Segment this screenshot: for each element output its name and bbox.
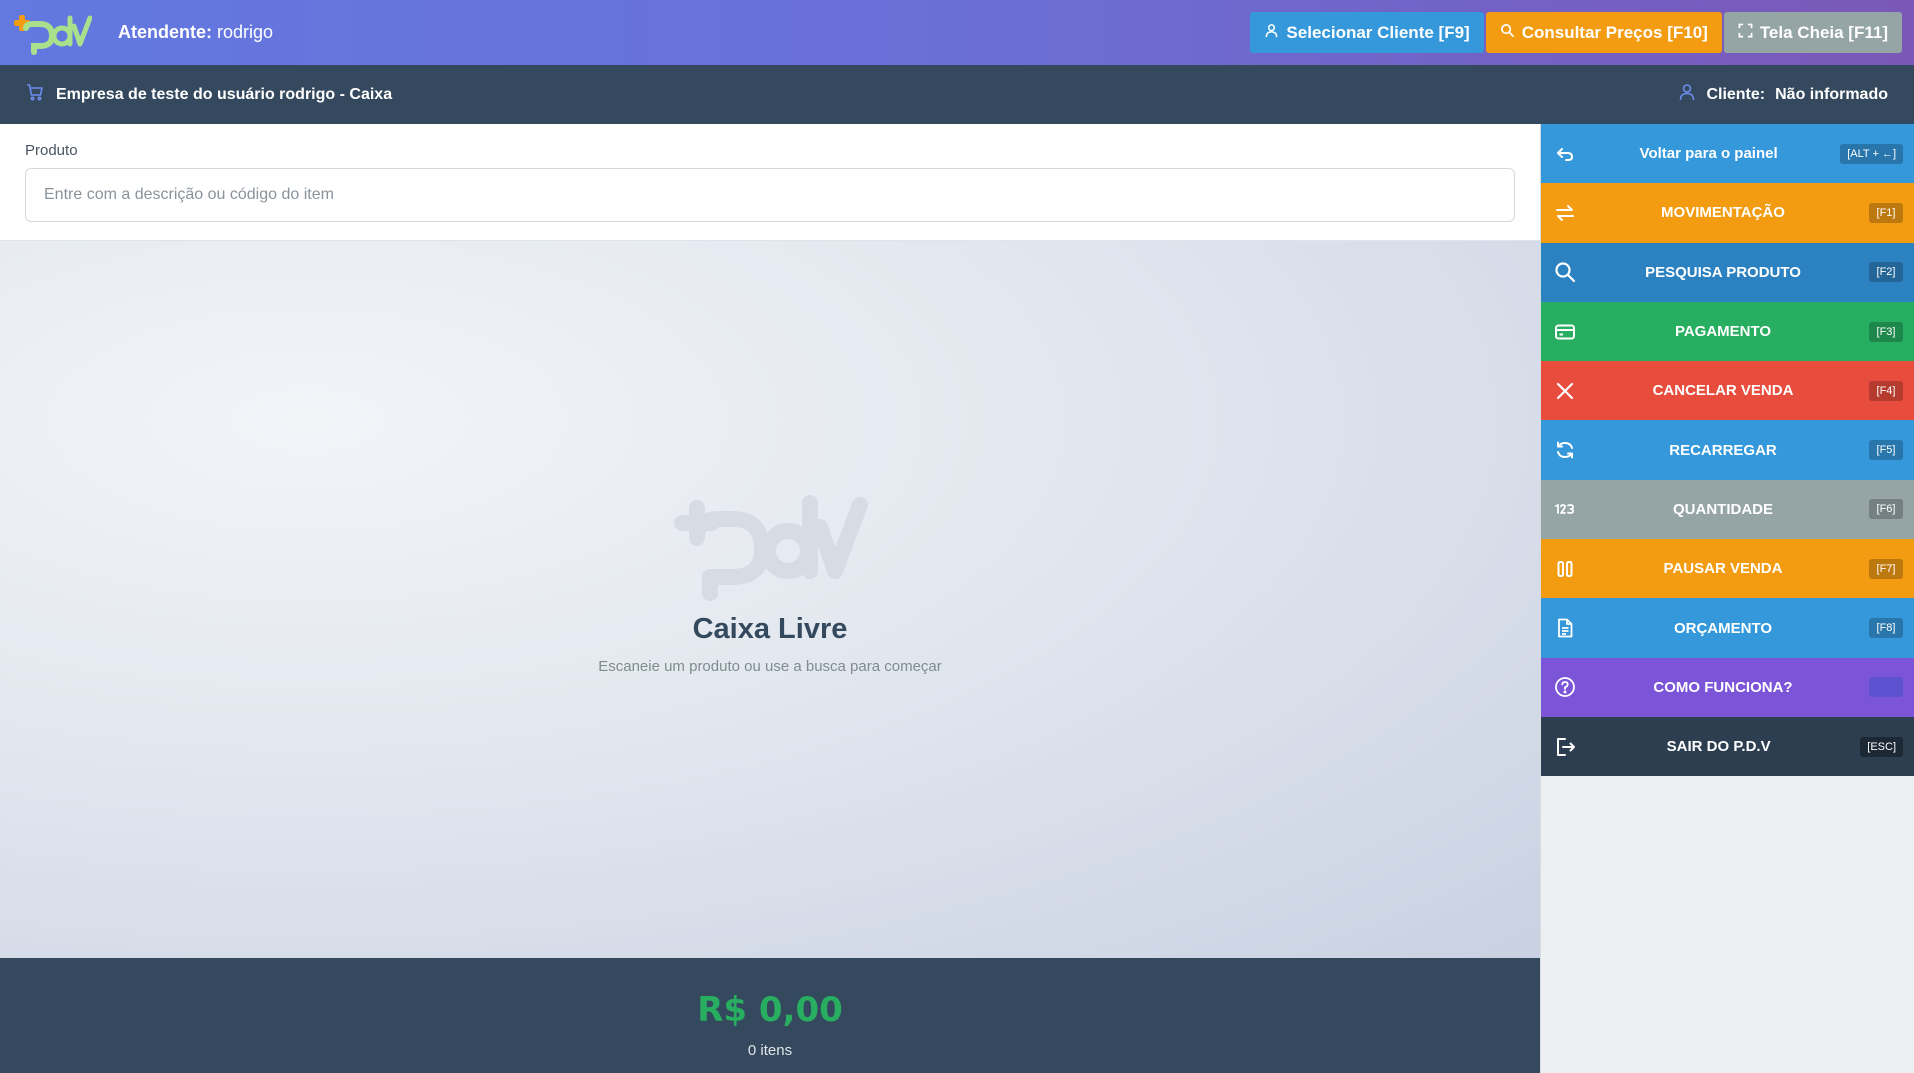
user-icon xyxy=(1678,83,1696,106)
search-product-shortcut: [F2] xyxy=(1869,262,1903,283)
search-icon xyxy=(1500,23,1515,43)
empty-state-subtitle: Escaneie um produto ou use a busca para … xyxy=(598,658,942,675)
check-prices-label: Consultar Preços [F10] xyxy=(1521,22,1708,42)
client-label: Cliente: xyxy=(1706,85,1766,103)
quantity-button[interactable]: QUANTIDADE [F6] xyxy=(1541,479,1914,540)
refresh-icon xyxy=(1553,438,1577,462)
document-icon xyxy=(1553,616,1577,640)
cart-icon xyxy=(26,83,44,106)
how-it-works-button[interactable]: COMO FUNCIONA? xyxy=(1541,657,1914,717)
product-search-input[interactable] xyxy=(25,168,1515,222)
pause-sale-label: PAUSAR VENDA xyxy=(1663,560,1783,578)
reload-label: RECARREGAR xyxy=(1669,441,1777,459)
exit-pdv-label: SAIR DO P.D.V xyxy=(1666,738,1771,756)
credit-card-icon xyxy=(1553,320,1577,344)
pdv-logo xyxy=(12,10,92,56)
reload-button[interactable]: RECARREGAR [F5] xyxy=(1541,420,1914,480)
total-value: R$ 0,00 xyxy=(697,990,843,1030)
attendant-info: Atendente: rodrigo xyxy=(118,22,273,43)
product-section: Produto xyxy=(0,124,1540,241)
select-client-label: Selecionar Cliente [F9] xyxy=(1286,22,1470,42)
return-arrow-icon xyxy=(1553,142,1577,166)
back-to-panel-shortcut: [ALT + ←] xyxy=(1840,143,1903,164)
search-product-label: PESQUISA PRODUTO xyxy=(1645,263,1801,281)
check-prices-button[interactable]: Consultar Preços [F10] xyxy=(1485,12,1722,53)
info-bar: Empresa de teste do usuário rodrigo - Ca… xyxy=(0,65,1914,124)
pause-icon xyxy=(1553,557,1577,581)
search-product-button[interactable]: PESQUISA PRODUTO [F2] xyxy=(1541,242,1914,302)
top-actions: Selecionar Cliente [F9] Consultar Preços… xyxy=(1250,12,1902,53)
transfer-arrows-icon xyxy=(1553,201,1577,225)
fullscreen-label: Tela Cheia [F11] xyxy=(1759,22,1888,42)
how-it-works-label: COMO FUNCIONA? xyxy=(1653,678,1793,696)
cancel-sale-shortcut: [F4] xyxy=(1869,380,1903,401)
payment-label: PAGAMENTO xyxy=(1674,323,1772,341)
select-client-button[interactable]: Selecionar Cliente [F9] xyxy=(1250,12,1484,53)
back-to-panel-label: Voltar para o painel xyxy=(1639,145,1778,163)
cancel-sale-label: CANCELAR VENDA xyxy=(1652,382,1794,400)
pause-sale-button[interactable]: PAUSAR VENDA [F7] xyxy=(1541,539,1914,599)
attendant-name: rodrigo xyxy=(217,22,274,42)
exit-pdv-button[interactable]: SAIR DO P.D.V [ESC] xyxy=(1541,716,1914,777)
back-to-panel-button[interactable]: Voltar para o painel [ALT + ←] xyxy=(1541,124,1914,184)
client-value: Não informado xyxy=(1775,85,1888,103)
movement-label: MOVIMENTAÇÃO xyxy=(1661,204,1785,222)
company-info: Empresa de teste do usuário rodrigo - Ca… xyxy=(26,83,392,106)
empty-state: Caixa Livre Escaneie um produto ou use a… xyxy=(0,491,1540,675)
quantity-shortcut: [F6] xyxy=(1869,499,1903,520)
payment-button[interactable]: PAGAMENTO [F3] xyxy=(1541,301,1914,362)
cancel-sale-button[interactable]: CANCELAR VENDA [F4] xyxy=(1541,361,1914,421)
close-icon xyxy=(1553,379,1577,403)
quote-label: ORÇAMENTO xyxy=(1673,619,1773,637)
numbers-123-icon xyxy=(1553,497,1577,521)
quantity-label: QUANTIDADE xyxy=(1673,500,1773,518)
how-it-works-shortcut xyxy=(1869,677,1903,698)
attendant-label: Atendente: xyxy=(118,22,212,42)
total-items-count: 0 itens xyxy=(747,1042,793,1059)
client-info: Cliente: Não informado xyxy=(1678,83,1888,106)
fullscreen-icon xyxy=(1738,23,1753,43)
empty-state-title: Caixa Livre xyxy=(692,613,848,645)
movement-button[interactable]: MOVIMENTAÇÃO [F1] xyxy=(1541,183,1914,243)
movement-shortcut: [F1] xyxy=(1869,202,1903,223)
reload-shortcut: [F5] xyxy=(1869,440,1903,461)
action-sidebar: Voltar para o painel [ALT + ←] MOVIMENTA… xyxy=(1540,124,1914,1073)
product-label: Produto xyxy=(25,142,78,159)
total-bar: R$ 0,00 0 itens xyxy=(0,958,1540,1073)
fullscreen-button[interactable]: Tela Cheia [F11] xyxy=(1723,12,1902,53)
quote-shortcut: [F8] xyxy=(1869,618,1903,639)
payment-shortcut: [F3] xyxy=(1869,321,1903,342)
company-name: Empresa de teste do usuário rodrigo - Ca… xyxy=(56,85,393,103)
logout-icon xyxy=(1553,735,1577,759)
top-header: Atendente: rodrigo Selecionar Cliente [F… xyxy=(0,0,1914,65)
pdv-watermark-logo xyxy=(670,491,870,601)
empty-cart-area: Caixa Livre Escaneie um produto ou use a… xyxy=(0,241,1540,958)
user-icon xyxy=(1264,23,1279,43)
search-icon xyxy=(1553,260,1577,284)
main-area: Produto Caixa Livre Escaneie um produto xyxy=(0,124,1540,1073)
help-circle-icon xyxy=(1553,675,1577,699)
exit-pdv-shortcut: [ESC] xyxy=(1860,736,1903,757)
pause-sale-shortcut: [F7] xyxy=(1869,558,1903,579)
quote-button[interactable]: ORÇAMENTO [F8] xyxy=(1541,598,1914,658)
